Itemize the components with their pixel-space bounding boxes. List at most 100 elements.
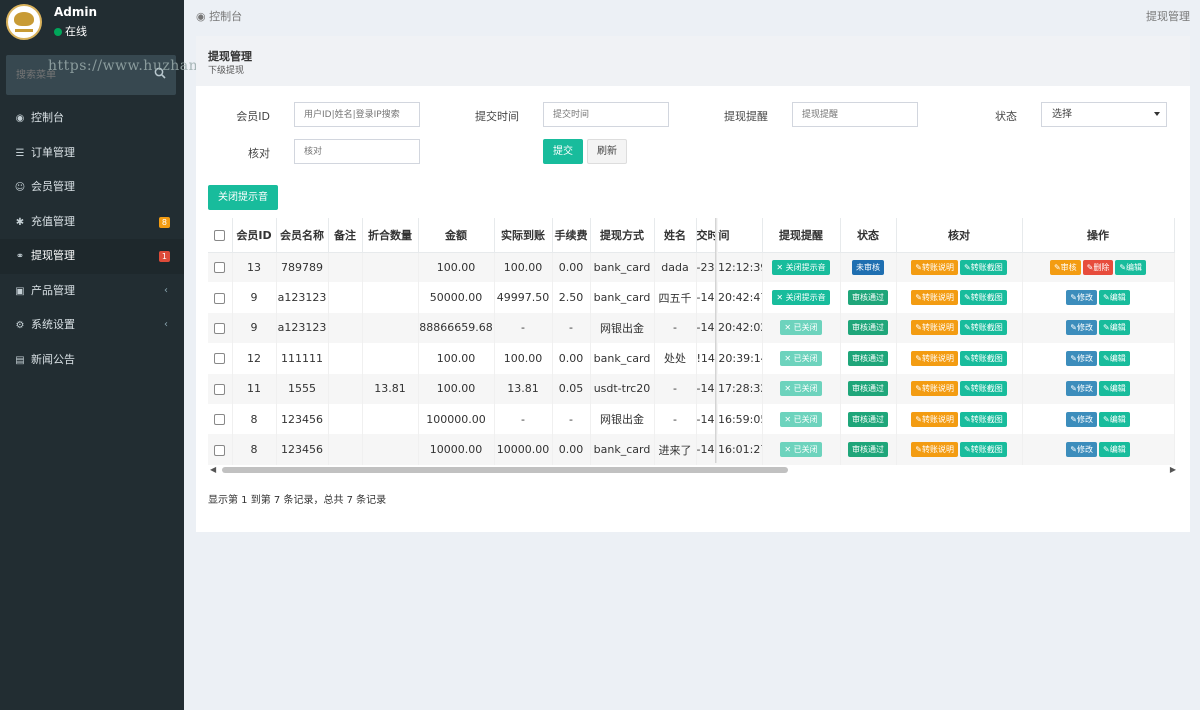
sidebar-item-5[interactable]: ▣ 产品管理 ‹ <box>0 274 184 309</box>
status-badge: 审核通过 <box>848 381 888 397</box>
cell-fee: 0.00 <box>552 252 591 283</box>
remind-label: 已关闭 <box>793 384 818 394</box>
remind-toggle-button[interactable]: ✕ 已关闭 <box>780 350 822 366</box>
user-panel: Admin 在线 <box>0 0 184 48</box>
scrollbar-thumb[interactable] <box>222 467 788 473</box>
remind-toggle-button[interactable]: ✕ 已关闭 <box>780 381 822 397</box>
status-select[interactable]: 选择 <box>1041 102 1167 127</box>
edit-button[interactable]: ✎编辑 <box>1115 259 1147 275</box>
review-button[interactable]: ✎审核 <box>1049 259 1081 275</box>
select-all-checkbox[interactable] <box>208 218 233 253</box>
transfer-note-button[interactable]: ✎转账说明 <box>911 290 958 306</box>
sidebar-item-label: 新闻公告 <box>31 352 75 366</box>
close-alert-sound-button[interactable]: 关闭提示音 <box>208 185 278 210</box>
edit-button[interactable]: ✎编辑 <box>1099 381 1130 397</box>
status-badge: 审核通过 <box>848 350 888 366</box>
modify-button[interactable]: ✎修改 <box>1066 411 1097 427</box>
transfer-note-button[interactable]: ✎转账说明 <box>911 442 958 458</box>
scroll-left-icon[interactable]: ◀ <box>210 465 216 474</box>
scroll-right-icon[interactable]: ▶ <box>1170 465 1176 474</box>
cell-actual: 10000.00 <box>494 434 553 465</box>
row-checkbox-cell <box>208 373 233 404</box>
dashboard-icon: ◉ <box>15 113 25 124</box>
edit-button[interactable]: ✎编辑 <box>1099 442 1130 458</box>
sidebar-item-7[interactable]: ▤ 新闻公告 <box>0 343 184 378</box>
edit-button[interactable]: ✎编辑 <box>1099 350 1130 366</box>
column-header: 会员ID <box>232 218 277 253</box>
edit-button[interactable]: ✎编辑 <box>1099 411 1130 427</box>
transfer-screenshot-button[interactable]: ✎转账截图 <box>960 290 1007 306</box>
column-header: 金额 <box>418 218 495 253</box>
row-checkbox[interactable] <box>214 292 226 304</box>
cell-status: 审核通过 <box>840 312 897 344</box>
button-label: 转账截图 <box>970 384 1003 394</box>
breadcrumb-current: 提现管理 <box>1146 10 1190 23</box>
panel-subtab[interactable]: 下级提现 <box>208 63 244 76</box>
row-checkbox[interactable] <box>214 353 226 365</box>
transfer-note-button[interactable]: ✎转账说明 <box>911 259 958 275</box>
remind-label: 关闭提示音 <box>785 262 826 272</box>
remind-toggle-button[interactable]: ✕ 已关闭 <box>780 320 822 336</box>
remind-toggle-button[interactable]: ✕ 已关闭 <box>780 442 822 458</box>
horizontal-scrollbar[interactable]: ◀ ▶ <box>208 464 1178 476</box>
cell-name: 111111 <box>276 343 329 374</box>
transfer-note-button[interactable]: ✎转账说明 <box>911 381 958 397</box>
modify-button[interactable]: ✎修改 <box>1066 350 1097 366</box>
transfer-screenshot-button[interactable]: ✎转账截图 <box>960 350 1007 366</box>
cell-amount: 100.00 <box>418 252 495 283</box>
submit-button[interactable]: 提交 <box>543 139 583 164</box>
remind-toggle-button[interactable]: ✕ 关闭提示音 <box>772 290 830 306</box>
sidebar-item-6[interactable]: ⚙ 系统设置 ‹ <box>0 308 184 343</box>
cell-realname: 四五千 <box>654 282 697 313</box>
transfer-note-button[interactable]: ✎转账说明 <box>911 350 958 366</box>
cell-time: -14 20:42:02 <box>696 312 763 344</box>
transfer-screenshot-button[interactable]: ✎转账截图 <box>960 442 1007 458</box>
sidebar-item-2[interactable]: ☺ 会员管理 <box>0 170 184 205</box>
cell-name: 789789 <box>276 252 329 283</box>
avatar[interactable] <box>6 4 42 40</box>
remind-toggle-button[interactable]: ✕ 关闭提示音 <box>772 259 830 275</box>
row-checkbox[interactable] <box>214 444 226 456</box>
cell-qty <box>362 343 419 374</box>
remind-label: 关闭提示音 <box>785 293 826 303</box>
edit-button[interactable]: ✎编辑 <box>1099 290 1130 306</box>
cell-method: 网银出金 <box>590 312 655 344</box>
delete-button[interactable]: ✎删除 <box>1082 259 1114 275</box>
submit-time-input[interactable] <box>543 102 669 127</box>
row-checkbox[interactable] <box>214 322 226 334</box>
remind-input[interactable] <box>792 102 918 127</box>
cell-note <box>328 434 363 465</box>
transfer-screenshot-button[interactable]: ✎转账截图 <box>960 320 1007 336</box>
sidebar-item-3[interactable]: ✱ 充值管理 8 <box>0 205 184 240</box>
transfer-note-button[interactable]: ✎转账说明 <box>911 411 958 427</box>
modify-button[interactable]: ✎修改 <box>1066 381 1097 397</box>
modify-button[interactable]: ✎修改 <box>1066 290 1097 306</box>
sidebar-item-1[interactable]: ☰ 订单管理 <box>0 136 184 171</box>
modify-button[interactable]: ✎修改 <box>1066 442 1097 458</box>
transfer-note-button[interactable]: ✎转账说明 <box>911 320 958 336</box>
pagination-info: 显示第 1 到第 7 条记录，总共 7 条记录 <box>208 495 387 506</box>
row-checkbox[interactable] <box>214 414 226 426</box>
button-label: 转账说明 <box>922 445 954 455</box>
transfer-screenshot-button[interactable]: ✎转账截图 <box>960 411 1007 427</box>
transfer-screenshot-button[interactable]: ✎转账截图 <box>960 259 1007 275</box>
button-label: 转账截图 <box>970 353 1003 363</box>
cell-operations: ✎修改 ✎编辑 <box>1022 312 1175 344</box>
row-checkbox-cell <box>208 434 233 465</box>
remind-toggle-button[interactable]: ✕ 已关闭 <box>780 411 822 427</box>
check-input[interactable] <box>294 139 420 164</box>
cell-id: 12 <box>232 343 277 374</box>
transfer-screenshot-button[interactable]: ✎转账截图 <box>960 381 1007 397</box>
cell-note <box>328 252 363 283</box>
edit-button[interactable]: ✎编辑 <box>1099 320 1130 336</box>
modify-button[interactable]: ✎修改 <box>1066 320 1097 336</box>
row-checkbox[interactable] <box>214 262 226 274</box>
breadcrumb-link[interactable]: 控制台 <box>209 10 242 23</box>
cell-realname: 进来了 <box>654 434 697 465</box>
sidebar-item-0[interactable]: ◉ 控制台 <box>0 101 184 136</box>
checkbox[interactable] <box>214 229 226 241</box>
sidebar-item-4[interactable]: ⚭ 提现管理 1 <box>0 239 184 274</box>
row-checkbox[interactable] <box>214 383 226 395</box>
member-id-input[interactable] <box>294 102 420 127</box>
refresh-button[interactable]: 刷新 <box>587 139 627 164</box>
